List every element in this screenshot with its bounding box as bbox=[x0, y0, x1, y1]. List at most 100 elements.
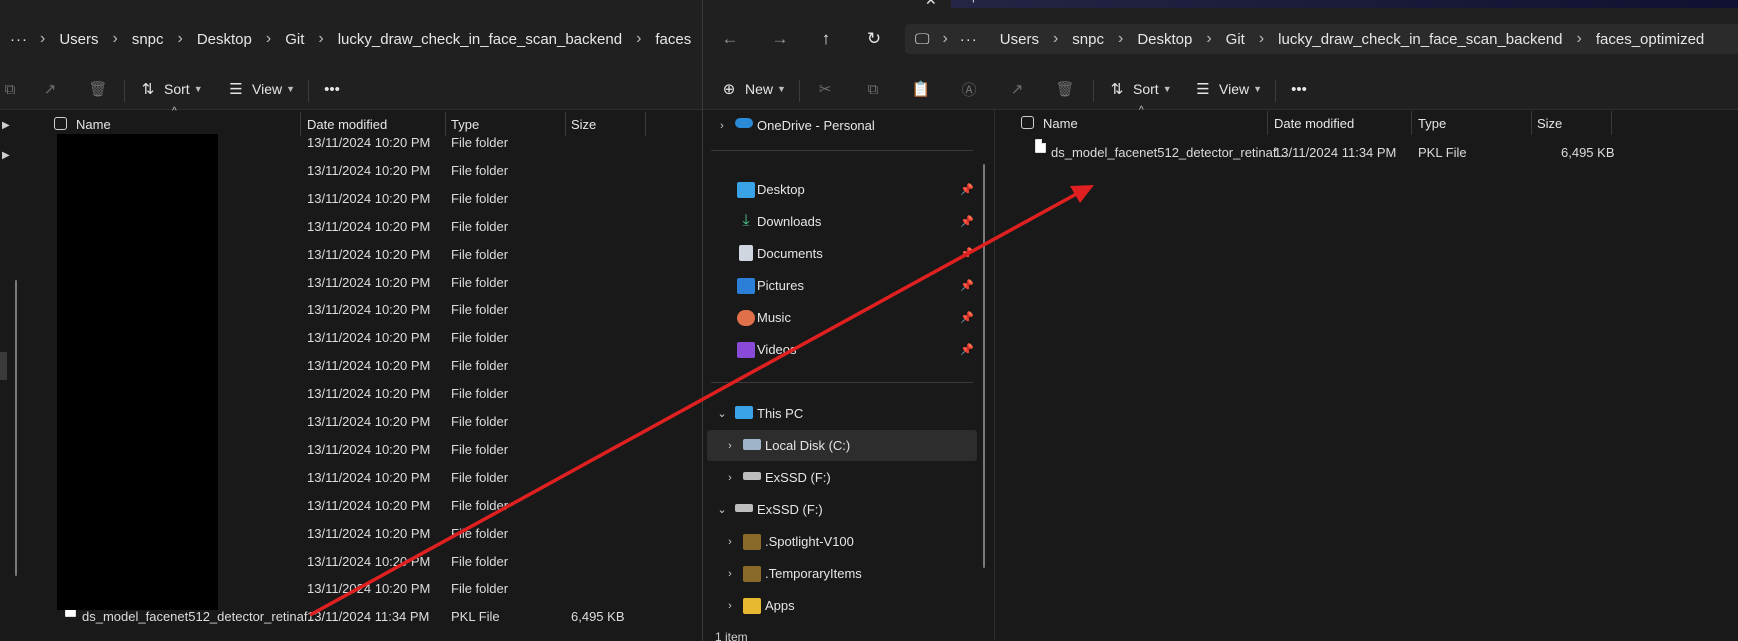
right-crumb-git[interactable]: Git bbox=[1214, 31, 1257, 48]
cut-icon[interactable]: ✂ bbox=[815, 76, 841, 102]
file-date: 13/11/2024 10:20 PM bbox=[307, 581, 431, 596]
chevron-down-icon: ▼ bbox=[1162, 84, 1172, 94]
file-type: File folder bbox=[451, 526, 509, 541]
this-pc-icon[interactable]: 🖵 bbox=[905, 31, 940, 48]
right-col-name[interactable]: Name bbox=[1043, 111, 1078, 135]
left-sort-button[interactable]: ⇅ Sort ▼ bbox=[138, 76, 203, 102]
right-col-type[interactable]: Type bbox=[1418, 111, 1446, 135]
sort-asc-icon: ^ bbox=[1139, 105, 1144, 116]
chevron-right-icon[interactable]: › bbox=[723, 600, 737, 612]
file-type: File folder bbox=[451, 442, 509, 457]
chevron-right-icon[interactable]: › bbox=[723, 536, 737, 548]
file-date: 13/11/2024 10:20 PM bbox=[307, 135, 431, 150]
file-type: File folder bbox=[451, 191, 509, 206]
chevron-down-icon[interactable]: ⌄ bbox=[715, 407, 729, 420]
up-icon[interactable]: ↑ bbox=[815, 28, 837, 50]
right-crumb-repo[interactable]: lucky_draw_check_in_face_scan_backend bbox=[1266, 31, 1574, 48]
right-crumb-faces-optimized[interactable]: faces_optimized bbox=[1584, 31, 1716, 48]
nav-desktop[interactable]: Desktop 📌 bbox=[703, 174, 974, 205]
chevron-right-icon[interactable]: › bbox=[715, 120, 729, 132]
file-date: 13/11/2024 10:20 PM bbox=[307, 470, 431, 485]
file-icon bbox=[1035, 139, 1046, 153]
right-crumb-users[interactable]: Users bbox=[988, 31, 1051, 48]
share-icon[interactable]: ↗ bbox=[1007, 76, 1033, 102]
pin-icon[interactable]: 📌 bbox=[960, 247, 974, 260]
rename-icon[interactable]: Ⓐ bbox=[959, 76, 985, 102]
left-sort-label: Sort bbox=[164, 81, 190, 97]
left-view-button[interactable]: ☰ View ▼ bbox=[226, 76, 295, 102]
nav-pane-scrollbar[interactable] bbox=[983, 164, 985, 568]
left-breadcrumb[interactable]: ··· › Users › snpc › Desktop › Git › luc… bbox=[0, 24, 702, 54]
left-crumb-users[interactable]: Users bbox=[47, 31, 110, 48]
chevron-right-icon[interactable]: › bbox=[723, 472, 737, 484]
sort-asc-icon: ^ bbox=[172, 106, 177, 117]
right-file-row[interactable]: ds_model_facenet512_detector_retinaf... … bbox=[1029, 139, 1629, 167]
share-arrow-icon[interactable]: ↗ bbox=[40, 76, 66, 102]
right-view-button[interactable]: ☰ View ▼ bbox=[1193, 76, 1262, 102]
left-crumb-desktop[interactable]: Desktop bbox=[185, 31, 264, 48]
right-breadcrumb[interactable]: 🖵 › ··· Users › snpc › Desktop › Git › l… bbox=[905, 24, 1738, 54]
right-crumb-snpc[interactable]: snpc bbox=[1060, 31, 1116, 48]
nav-temporary-items[interactable]: › .TemporaryItems bbox=[703, 558, 973, 589]
delete-icon[interactable]: 🗑 bbox=[88, 76, 114, 102]
new-tab-icon[interactable]: + bbox=[969, 0, 978, 8]
right-more-button[interactable]: ••• bbox=[1289, 76, 1315, 102]
nav-exssd-1[interactable]: › ExSSD (F:) bbox=[703, 462, 973, 493]
forward-icon[interactable]: → bbox=[769, 28, 791, 50]
pin-icon[interactable]: 📌 bbox=[960, 311, 974, 324]
col-divider[interactable] bbox=[1531, 111, 1532, 135]
pin-icon[interactable]: 📌 bbox=[960, 215, 974, 228]
copy-icon[interactable]: ⧉ bbox=[863, 76, 889, 102]
right-col-size[interactable]: Size bbox=[1537, 111, 1562, 135]
right-sort-button[interactable]: ⇅ Sort ▼ bbox=[1107, 76, 1172, 102]
pin-icon[interactable]: 📌 bbox=[960, 279, 974, 292]
col-divider[interactable] bbox=[1611, 111, 1612, 135]
nav-documents[interactable]: Documents 📌 bbox=[703, 238, 974, 269]
nav-onedrive[interactable]: › OneDrive - Personal bbox=[703, 110, 973, 141]
chevron-right-icon[interactable]: › bbox=[723, 440, 737, 452]
nav-exssd-2[interactable]: ⌄ ExSSD (F:) bbox=[703, 494, 973, 525]
right-col-date[interactable]: Date modified bbox=[1274, 111, 1354, 135]
file-type: PKL File bbox=[451, 609, 500, 624]
left-crumb-faces[interactable]: faces bbox=[643, 31, 702, 48]
nav-local-disk[interactable]: › Local Disk (C:) bbox=[707, 430, 977, 461]
nav-pictures[interactable]: Pictures 📌 bbox=[703, 270, 974, 301]
file-date: 13/11/2024 10:20 PM bbox=[307, 498, 431, 513]
left-more-button[interactable]: ••• bbox=[322, 76, 348, 102]
nav-spotlight[interactable]: › .Spotlight-V100 bbox=[703, 526, 973, 557]
left-crumb-repo[interactable]: lucky_draw_check_in_face_scan_backend bbox=[326, 31, 634, 48]
col-divider[interactable] bbox=[1267, 111, 1268, 135]
col-name-label: Name bbox=[1043, 115, 1078, 131]
share-icon[interactable]: ⧉ bbox=[0, 76, 26, 102]
file-date: 13/11/2024 11:34 PM bbox=[1274, 145, 1397, 160]
chevron-down-icon[interactable]: ⌄ bbox=[715, 503, 729, 516]
nav-videos[interactable]: Videos 📌 bbox=[703, 334, 974, 365]
tab-faces-optimized[interactable] bbox=[703, 0, 951, 8]
right-crumb-desktop[interactable]: Desktop bbox=[1125, 31, 1204, 48]
col-divider[interactable] bbox=[1411, 111, 1412, 135]
pin-icon[interactable]: 📌 bbox=[960, 183, 974, 196]
select-all-checkbox[interactable] bbox=[1021, 116, 1034, 129]
right-breadcrumb-overflow[interactable]: ··· bbox=[950, 31, 988, 48]
file-type: File folder bbox=[451, 498, 509, 513]
right-view-label: View bbox=[1219, 81, 1250, 97]
left-crumb-snpc[interactable]: snpc bbox=[120, 31, 176, 48]
nav-this-pc[interactable]: ⌄ This PC bbox=[703, 398, 973, 429]
nav-downloads[interactable]: ⤓ Downloads 📌 bbox=[703, 206, 973, 237]
refresh-icon[interactable]: ↻ bbox=[863, 28, 885, 50]
paste-icon[interactable]: 📋 bbox=[911, 76, 937, 102]
right-address-row: ✕ + ← → ↑ ↻ 🖵 › ··· Users › snpc › Deskt… bbox=[703, 0, 1738, 66]
chevron-right-icon[interactable]: › bbox=[723, 568, 737, 580]
left-crumb-git[interactable]: Git bbox=[273, 31, 316, 48]
close-tab-icon[interactable]: ✕ bbox=[925, 0, 937, 9]
delete-icon[interactable]: 🗑 bbox=[1055, 76, 1081, 102]
file-type: File folder bbox=[451, 275, 509, 290]
back-icon[interactable]: ← bbox=[719, 28, 741, 50]
nav-exssd-2-label: ExSSD (F:) bbox=[757, 502, 823, 517]
new-button[interactable]: ⊕ New ▼ bbox=[719, 76, 786, 102]
pin-icon[interactable]: 📌 bbox=[960, 343, 974, 356]
nav-apps[interactable]: › Apps bbox=[703, 590, 973, 621]
nav-music[interactable]: Music 📌 bbox=[703, 302, 974, 333]
col-size-label: Size bbox=[1537, 115, 1563, 131]
left-breadcrumb-overflow[interactable]: ··· bbox=[0, 31, 38, 48]
